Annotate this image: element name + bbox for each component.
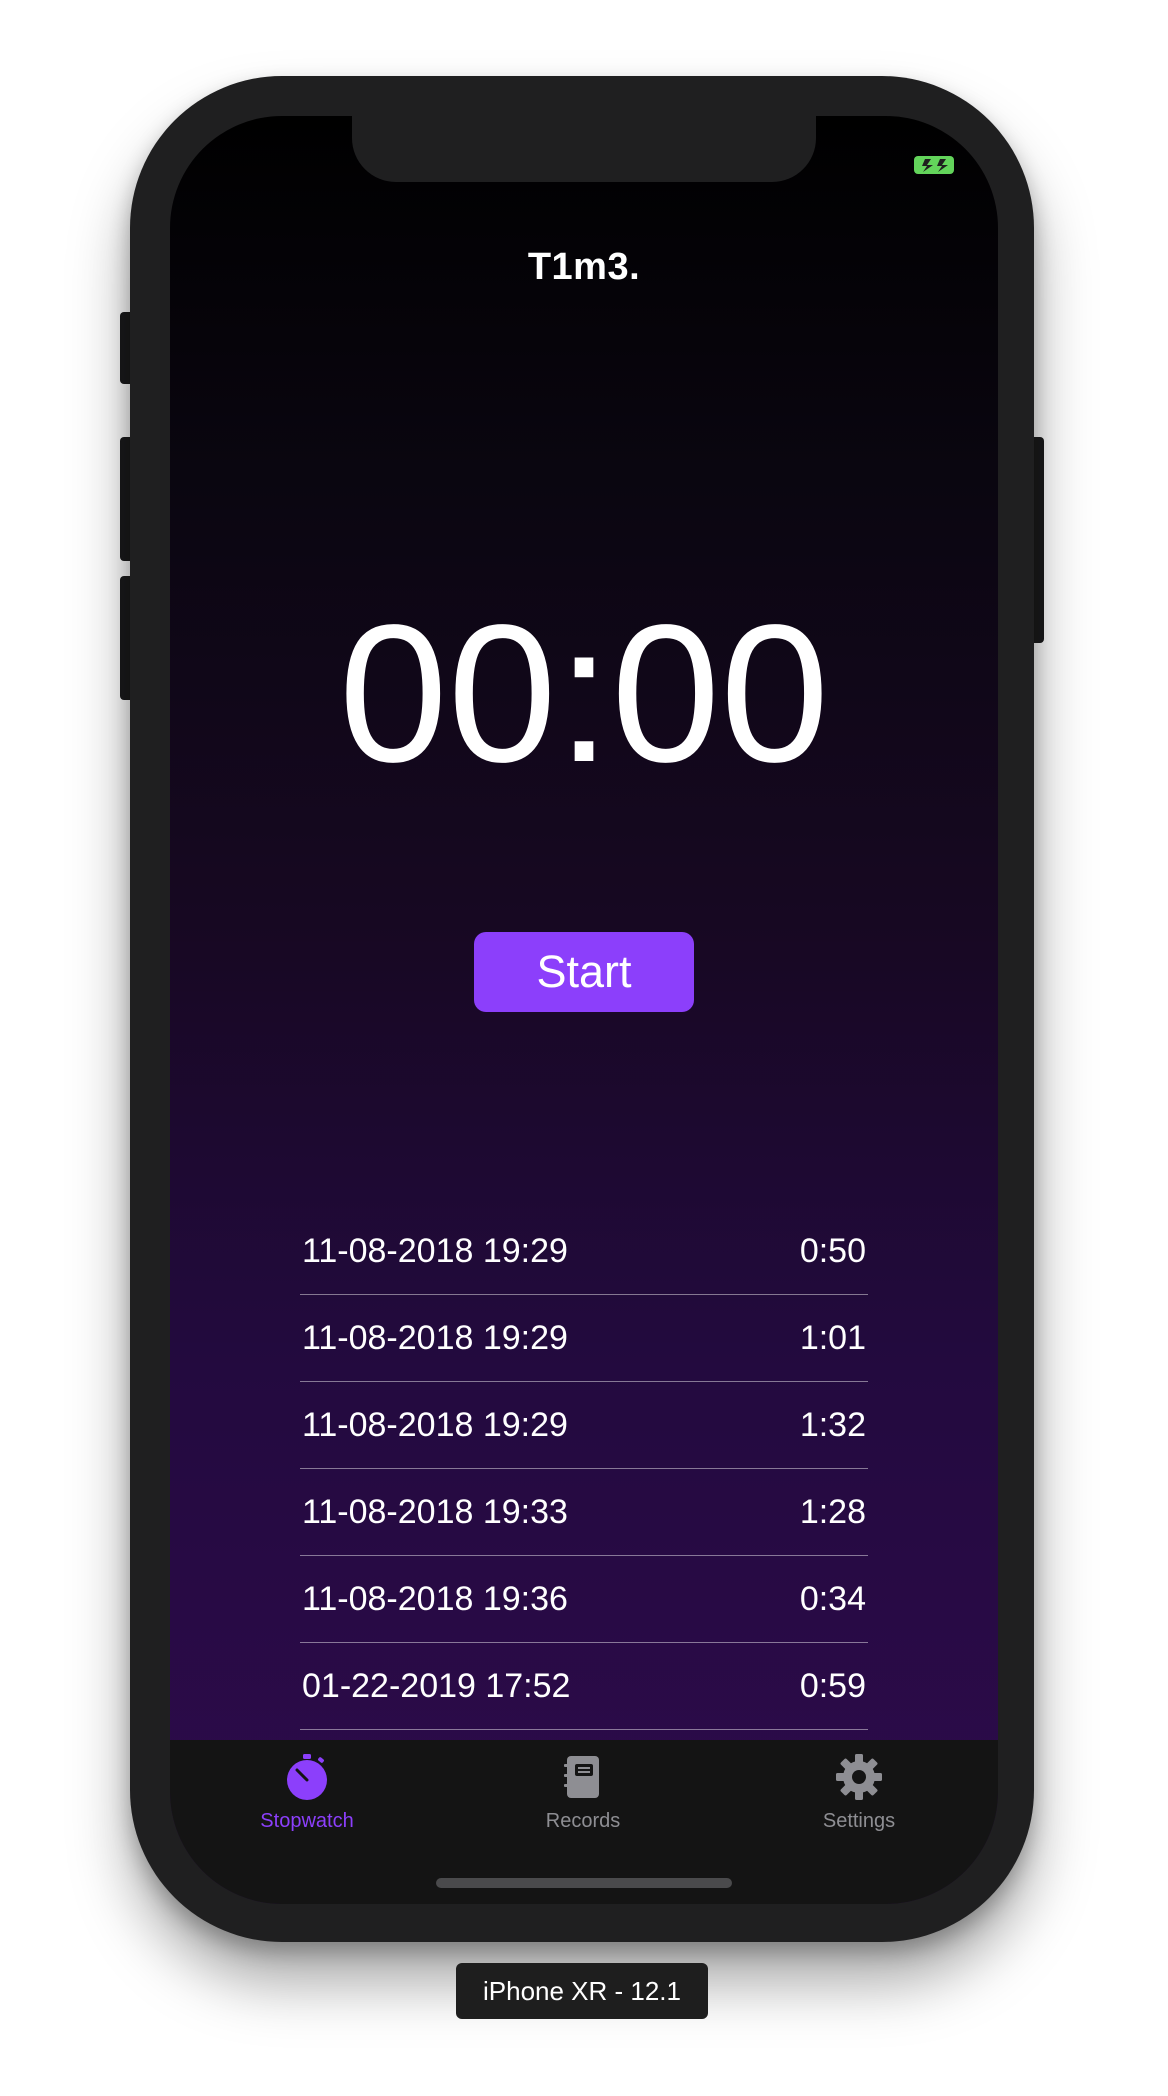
tab-settings[interactable]: Settings (779, 1752, 939, 1833)
record-date: 01-22-2019 17:52 (302, 1666, 571, 1705)
tab-records[interactable]: Records (503, 1752, 663, 1833)
battery-charging-icon (914, 156, 954, 174)
record-date: 11-08-2018 19:36 (302, 1579, 568, 1618)
timer-display: 00:00 (338, 584, 830, 803)
record-date: 11-08-2018 19:29 (302, 1405, 568, 1444)
record-duration: 1:01 (799, 1318, 866, 1357)
home-indicator[interactable] (436, 1878, 732, 1888)
app-title: T1m3. (527, 246, 641, 288)
tab-label: Stopwatch (260, 1810, 354, 1832)
gear-icon (834, 1752, 884, 1802)
notebook-icon (558, 1752, 608, 1802)
list-item[interactable]: 11-08-2018 19:29 1:01 (300, 1295, 868, 1382)
notch (352, 116, 816, 182)
list-item[interactable]: 11-08-2018 19:36 0:34 (300, 1556, 868, 1643)
record-duration: 0:50 (799, 1231, 866, 1270)
tab-label: Settings (822, 1810, 896, 1832)
list-item[interactable]: 11-08-2018 19:29 1:32 (300, 1382, 868, 1469)
records-list: 11-08-2018 19:29 0:50 11-08-2018 19:29 1… (300, 1208, 868, 1730)
record-duration: 1:32 (799, 1405, 866, 1444)
record-duration: 1:28 (799, 1492, 866, 1531)
record-duration: 0:34 (799, 1579, 866, 1618)
record-date: 11-08-2018 19:29 (302, 1318, 568, 1357)
list-item[interactable]: 11-08-2018 19:29 0:50 (300, 1208, 868, 1295)
list-item[interactable]: 11-08-2018 19:33 1:28 (300, 1469, 868, 1556)
simulator-stage: T1m3. 00:00 Start 11-08-2018 19:29 0:50 … (0, 0, 1168, 2096)
record-duration: 0:59 (799, 1666, 866, 1705)
record-date: 11-08-2018 19:29 (302, 1231, 568, 1270)
record-date: 11-08-2018 19:33 (302, 1492, 568, 1531)
tab-stopwatch[interactable]: Stopwatch (227, 1752, 387, 1833)
phone-screen: T1m3. 00:00 Start 11-08-2018 19:29 0:50 … (170, 116, 998, 1904)
stopwatch-icon (282, 1752, 332, 1802)
list-item[interactable]: 01-22-2019 17:52 0:59 (300, 1643, 868, 1730)
start-button[interactable]: Start (474, 932, 694, 1012)
tab-label: Records (545, 1810, 621, 1832)
device-label: iPhone XR - 12.1 (456, 1963, 708, 2019)
